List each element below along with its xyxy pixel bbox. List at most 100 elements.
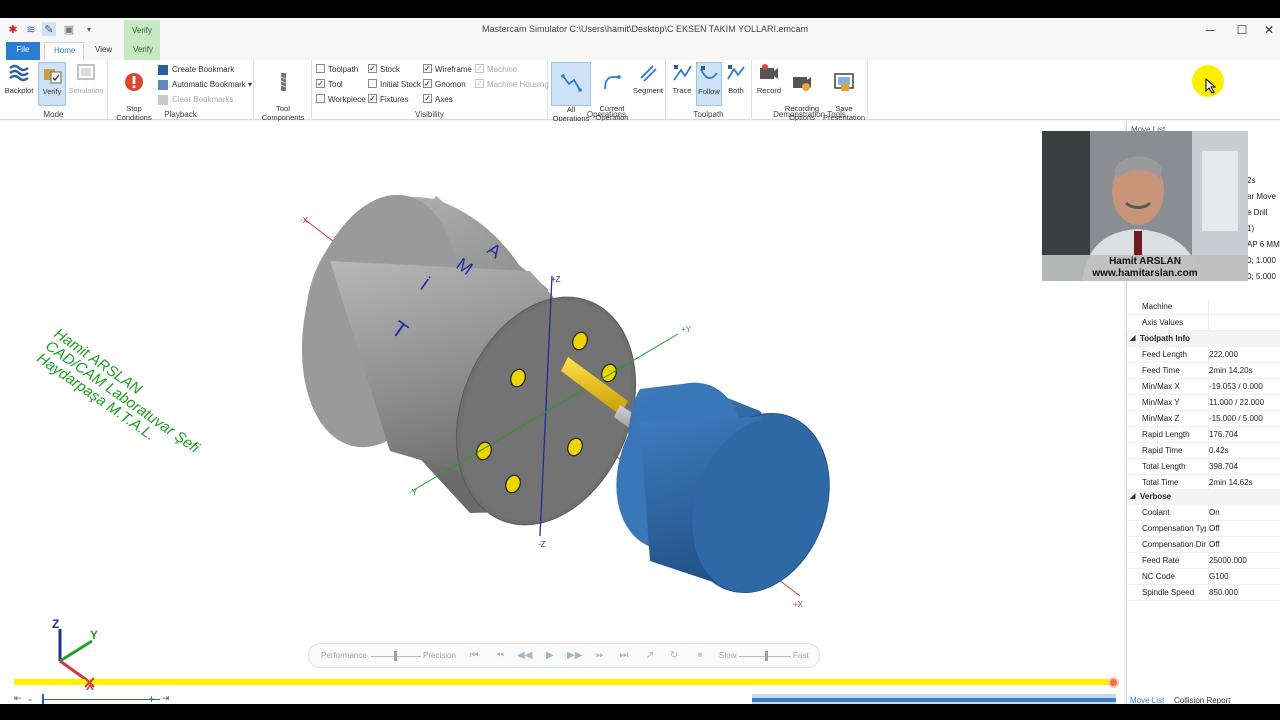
peek-text-4: 1) <box>1247 224 1255 233</box>
play-icon[interactable]: ▶ <box>543 649 557 663</box>
tool-components-button[interactable]: Tool Components <box>258 62 308 122</box>
close-button[interactable]: ✕ <box>1259 20 1279 40</box>
tab-view[interactable]: View <box>86 42 120 60</box>
zoom-in-button[interactable]: + <box>148 692 155 704</box>
tab-file[interactable]: File <box>6 42 40 60</box>
zoom-start-icon[interactable]: ⇤ <box>14 693 22 704</box>
axis-label-neg-x: -X <box>300 216 309 225</box>
axis-label-pos-x: +X <box>793 600 804 609</box>
machine-housing-checkbox[interactable]: ✓ Machine Housing <box>475 79 549 91</box>
verbose-row[interactable]: Coolant On <box>1127 505 1280 521</box>
toolpath-info-label: Toolpath Info <box>1140 334 1191 343</box>
rewind-icon[interactable]: ◀◀ <box>517 649 532 663</box>
tab-move-list[interactable]: Move List <box>1130 696 1164 704</box>
prop-key: Feed Time <box>1142 366 1180 375</box>
axes-checkbox[interactable]: ✓ Axes <box>423 94 453 106</box>
toolpath-info-row[interactable]: Total Length 398.704 <box>1127 459 1280 475</box>
playback-timeline[interactable] <box>14 679 1116 685</box>
go-to-start-icon[interactable]: ⏮ <box>467 649 481 663</box>
backplot-button[interactable]: Backplot <box>4 62 34 106</box>
create-bookmark-button[interactable]: Create Bookmark <box>158 64 234 76</box>
initial-stock-checkbox[interactable]: Initial Stock <box>368 79 421 91</box>
automatic-bookmark-button[interactable]: Automatic Bookmark ▾ <box>158 79 252 91</box>
stop-icon <box>125 73 143 91</box>
prop-row-axis-values[interactable]: Axis Values <box>1127 315 1280 331</box>
verbose-category[interactable]: ◢ Verbose <box>1127 489 1280 505</box>
timeline-position-marker[interactable] <box>1108 677 1119 688</box>
collapse-triangle-icon[interactable]: ◢ <box>1130 331 1135 347</box>
current-operation-button[interactable]: Current Operation <box>593 62 631 122</box>
machine-label: Machine <box>487 65 518 74</box>
maximize-button[interactable]: ☐ <box>1227 20 1257 40</box>
toolpath-info-row[interactable]: Min/Max X -19.053 / 0.000 <box>1127 379 1280 395</box>
trace-button[interactable]: Trace <box>669 62 695 106</box>
gnomon-checkbox[interactable]: ✓ Gnomon <box>423 79 466 91</box>
tab-home[interactable]: Home <box>44 42 84 60</box>
all-operations-button[interactable]: All Operations <box>551 62 591 123</box>
fast-forward-icon[interactable]: ▶▶ <box>567 649 582 663</box>
zoom-out-button[interactable]: - <box>28 692 32 704</box>
prop-value: 25000.000 <box>1208 553 1247 569</box>
wireframe-checkbox[interactable]: ✓ Wireframe <box>423 64 472 76</box>
segment-button[interactable]: Segment <box>632 62 664 106</box>
zoom-track[interactable] <box>42 699 160 700</box>
zoom-end-icon[interactable]: ⇥ <box>162 693 170 704</box>
collapse-triangle-icon[interactable]: ◢ <box>1130 489 1135 505</box>
verbose-row[interactable]: Feed Rate 25000.000 <box>1127 553 1280 569</box>
minimize-button[interactable]: ─ <box>1195 20 1225 40</box>
stop-conditions-button[interactable]: Stop Conditions <box>112 62 156 122</box>
toolpath-info-row[interactable]: Rapid Time 0.42s <box>1127 443 1280 459</box>
machine-housing-box: ✓ <box>475 79 484 89</box>
workpiece-checkbox[interactable]: Workpiece <box>316 94 366 106</box>
record-button[interactable]: Record <box>755 62 783 106</box>
trace-icon <box>673 65 692 81</box>
verbose-row[interactable]: NC Code G100 <box>1127 569 1280 585</box>
screen-top-border <box>0 0 1280 18</box>
verbose-row[interactable]: Spindle Speed 850.000 <box>1127 585 1280 601</box>
playback-controls: Performance Precision ⏮ ⏪︎ ◀◀ ▶ ▶▶ ⏩︎ ⏭ … <box>308 643 820 668</box>
toolpath-info-row[interactable]: Feed Time 2min 14.20s <box>1127 363 1280 379</box>
step-forward-icon[interactable]: ⏩︎ <box>593 649 607 663</box>
save-presentation-button[interactable]: Save Presentation <box>822 62 866 122</box>
timeline-scrollbar-thumb[interactable] <box>752 698 1116 702</box>
tab-verify[interactable]: Verify <box>124 42 160 60</box>
toolpath-info-row[interactable]: Rapid Length 176.704 <box>1127 427 1280 443</box>
fixtures-checkbox[interactable]: ✓ Fixtures <box>368 94 408 106</box>
toolpath-info-row[interactable]: Feed Length 222.000 <box>1127 347 1280 363</box>
pause-conditions-icon[interactable]: ⏸ <box>693 649 707 663</box>
toolpath-info-category[interactable]: ◢ Toolpath Info <box>1127 331 1280 347</box>
recording-options-button[interactable]: Recording Options <box>784 62 820 122</box>
loop-icon[interactable]: ↻ <box>667 649 681 663</box>
toolpath-info-row[interactable]: Min/Max Z -15.000 / 5.000 <box>1127 411 1280 427</box>
stock-checkbox[interactable]: ✓ Stock <box>368 64 400 76</box>
prop-key: Compensation Type <box>1142 524 1206 533</box>
verbose-row[interactable]: Compensation DirectionOff <box>1127 537 1280 553</box>
backplot-label: Backplot <box>4 86 34 95</box>
tool-checkbox[interactable]: ✓ Tool <box>316 79 343 91</box>
simulation-button[interactable]: Simulation <box>68 62 104 106</box>
verbose-row[interactable]: Compensation Type Off <box>1127 521 1280 537</box>
prop-value: Off <box>1208 521 1220 537</box>
verify-mode-button[interactable]: Verify <box>38 62 66 106</box>
axes-box: ✓ <box>423 94 432 104</box>
3d-viewport[interactable]: A M İ T -X +Z +Y -Y -Z +X Z Y X Hamit AR… <box>0 121 1124 704</box>
zoom-thumb[interactable] <box>42 694 44 704</box>
timeline-scrollbar[interactable] <box>752 694 1116 704</box>
quality-slider-thumb[interactable] <box>394 651 397 661</box>
cursor-step-icon[interactable]: ↗ <box>643 649 657 663</box>
both-button[interactable]: Both <box>723 62 749 106</box>
toolpath-checkbox[interactable]: Toolpath <box>316 64 358 76</box>
speed-slider-thumb[interactable] <box>765 651 768 661</box>
clear-bookmarks-button[interactable]: Clear Bookmarks <box>158 94 233 106</box>
tool-components-label: Tool Components <box>261 104 305 122</box>
go-to-end-icon[interactable]: ⏭ <box>617 649 631 663</box>
fast-label: Fast <box>793 651 809 660</box>
toolpath-group: Trace Follow Both Toolpath <box>666 60 752 120</box>
toolpath-info-row[interactable]: Min/Max Y 11.000 / 22.000 <box>1127 395 1280 411</box>
step-back-icon[interactable]: ⏪︎ <box>493 649 507 663</box>
prop-value <box>1208 315 1209 331</box>
tab-collision-report[interactable]: Collision Report <box>1174 696 1230 704</box>
machine-checkbox[interactable]: ✓ Machine <box>475 64 517 76</box>
follow-button[interactable]: Follow <box>696 62 722 106</box>
prop-row-machine[interactable]: Machine <box>1127 299 1280 315</box>
